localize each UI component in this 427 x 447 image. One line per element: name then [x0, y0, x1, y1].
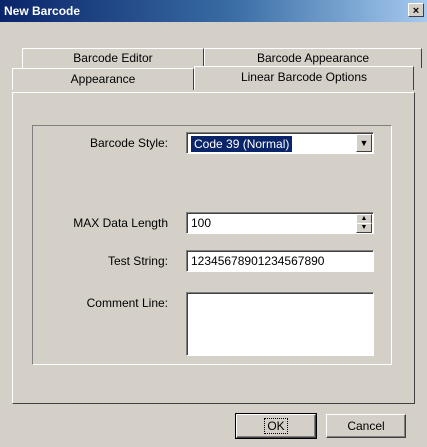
spin-up-glyph: ▲ [360, 215, 368, 222]
window-title: New Barcode [4, 4, 81, 18]
tab-appearance[interactable]: Appearance [12, 68, 194, 90]
barcode-style-label: Barcode Style: [89, 136, 168, 150]
close-button[interactable]: × [408, 3, 424, 17]
comment-line-label: Comment Line: [86, 296, 168, 310]
new-barcode-dialog: New Barcode × Barcode Editor Barcode App… [0, 0, 427, 447]
max-data-length-value: 100 [191, 216, 212, 230]
barcode-style-select[interactable]: Code 39 (Normal) ▼ [186, 132, 374, 154]
chevron-down-icon[interactable]: ▼ [356, 134, 372, 152]
test-string-value: 12345678901234567890 [191, 254, 325, 268]
max-data-length-stepper[interactable]: 100 ▲ ▼ [186, 212, 374, 234]
tab-linear-barcode-options[interactable]: Linear Barcode Options [194, 66, 414, 90]
tab-barcode-appearance[interactable]: Barcode Appearance [204, 48, 422, 68]
test-string-label: Test String: [107, 254, 168, 268]
tab-label: Barcode Editor [73, 51, 153, 65]
spin-down-icon[interactable]: ▼ [356, 223, 372, 233]
spin-down-glyph: ▼ [360, 224, 368, 231]
comment-line-textarea[interactable] [186, 292, 374, 356]
tab-barcode-editor[interactable]: Barcode Editor [22, 48, 204, 68]
title-bar: New Barcode × [0, 0, 427, 22]
tab-label: Barcode Appearance [256, 51, 370, 65]
barcode-style-value: Code 39 (Normal) [191, 136, 293, 152]
close-icon: × [412, 5, 420, 17]
dropdown-arrow: ▼ [359, 138, 369, 148]
test-string-input[interactable]: 12345678901234567890 [186, 250, 374, 272]
cancel-label: Cancel [347, 419, 385, 433]
tab-label: Linear Barcode Options [240, 70, 368, 84]
max-data-length-label: MAX Data Length [73, 216, 168, 230]
ok-label: OK [264, 418, 288, 434]
cancel-button[interactable]: Cancel [326, 414, 406, 438]
tab-label: Appearance [70, 72, 136, 86]
ok-button[interactable]: OK [235, 413, 317, 439]
